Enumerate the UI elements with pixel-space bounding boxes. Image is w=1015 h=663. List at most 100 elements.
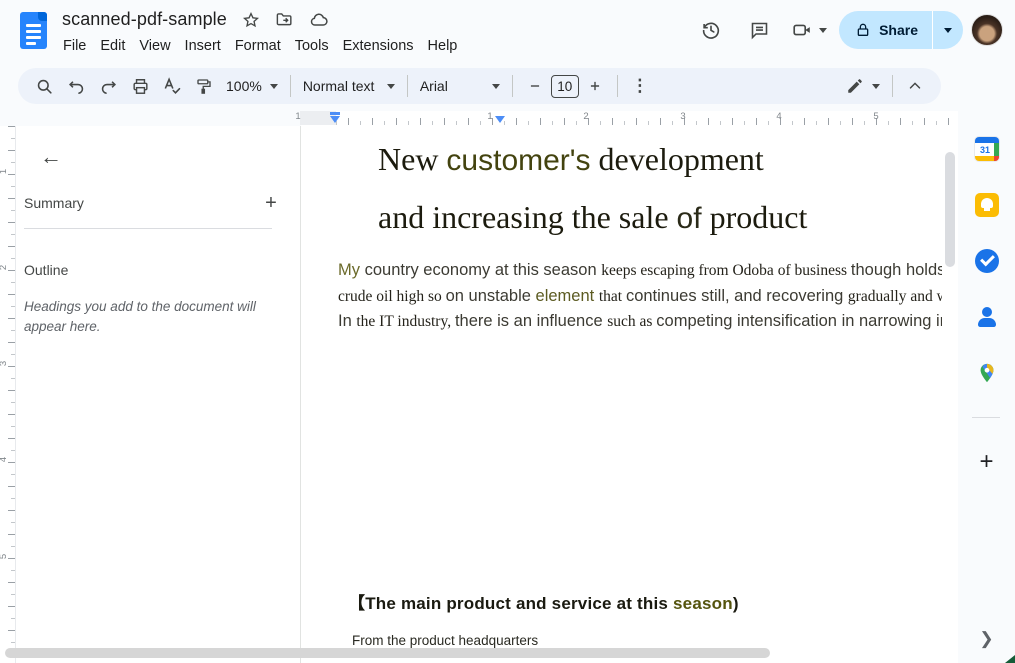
ruler-number: 3 [680, 111, 685, 122]
first-line-indent-marker[interactable] [330, 112, 340, 115]
doc-heading-line-1: New customer's development and increasin… [378, 131, 807, 247]
vertical-scrollbar-thumb[interactable] [945, 152, 955, 267]
document-title[interactable]: scanned-pdf-sample [62, 9, 227, 30]
share-button[interactable]: Share [839, 11, 932, 49]
chevron-down-icon [872, 84, 880, 89]
doc-footer-line: From the product headquarters [352, 633, 538, 648]
account-avatar[interactable] [971, 14, 1003, 46]
redo-icon[interactable] [94, 72, 122, 100]
app-header: scanned-pdf-sample File Edit View Insert… [0, 0, 1015, 62]
contacts-icon [975, 305, 999, 329]
zoom-value: 100% [226, 78, 262, 94]
styles-select[interactable]: Normal text [297, 78, 401, 94]
summary-section-header: Summary + [24, 188, 286, 218]
toolbar-divider [892, 75, 893, 97]
maps-pin-icon [976, 362, 998, 384]
hide-menus-icon[interactable] [901, 72, 929, 100]
ruler-number: 4 [776, 111, 781, 122]
close-panel-back-icon[interactable]: ← [34, 140, 68, 174]
star-icon[interactable] [241, 10, 261, 30]
chevron-down-icon [944, 28, 952, 33]
contacts-app-button[interactable] [967, 297, 1007, 337]
outline-label: Outline [24, 262, 68, 278]
ruler-number: 2 [0, 265, 9, 270]
outline-empty-hint: Headings you add to the document will ap… [24, 297, 262, 337]
menu-format[interactable]: Format [228, 36, 288, 56]
video-call-dropdown-icon[interactable] [819, 28, 827, 33]
share-dropdown[interactable] [933, 11, 963, 49]
menu-help[interactable]: Help [421, 36, 465, 56]
lock-icon [855, 22, 871, 38]
indent-marker[interactable] [495, 116, 505, 123]
menu-view[interactable]: View [132, 36, 177, 56]
editing-mode-select[interactable] [840, 77, 886, 95]
spell-check-icon[interactable] [158, 72, 186, 100]
font-size-input[interactable]: 10 [551, 75, 579, 98]
strip-divider [972, 417, 1000, 418]
tasks-icon [975, 249, 999, 273]
tasks-app-button[interactable] [967, 241, 1007, 281]
header-right-actions: Share [691, 10, 1003, 50]
share-button-group: Share [839, 11, 963, 49]
chevron-down-icon [270, 84, 278, 89]
toolbar-overflow-icon[interactable]: ⋮ [626, 72, 654, 100]
maps-app-button[interactable] [967, 353, 1007, 393]
styles-value: Normal text [303, 78, 375, 94]
pencil-icon [846, 77, 864, 95]
undo-icon[interactable] [62, 72, 90, 100]
search-menus-icon[interactable] [30, 72, 58, 100]
ruler-number: 1 [295, 111, 300, 122]
menu-bar: File Edit View Insert Format Tools Exten… [56, 36, 464, 56]
ruler-number: 5 [873, 111, 878, 122]
toolbar-divider [512, 75, 513, 97]
doc-para-line-3: In the IT industry, there is an influenc… [338, 309, 942, 335]
calendar-icon: 31 [975, 137, 999, 161]
keep-app-button[interactable] [967, 185, 1007, 225]
menu-file[interactable]: File [56, 36, 93, 56]
ruler-number: 1 [487, 111, 492, 122]
version-history-icon[interactable] [691, 10, 731, 50]
document-canvas[interactable]: New customer's development and increasin… [301, 125, 958, 663]
horizontal-scrollbar-thumb[interactable] [5, 648, 770, 658]
video-camera-icon [787, 10, 817, 50]
toolbar-divider [290, 75, 291, 97]
calendar-app-button[interactable]: 31 [967, 129, 1007, 169]
doc-paragraph: My country economy at this season keeps … [338, 258, 942, 335]
ruler-number: 4 [0, 457, 9, 462]
left-indent-marker[interactable] [330, 116, 340, 123]
outline-section-header: Outline [24, 262, 286, 278]
decrease-font-size-button[interactable] [521, 72, 549, 100]
vertical-ruler[interactable]: 1 2 3 4 5 [0, 126, 16, 663]
ruler-number: 3 [0, 361, 9, 366]
ruler-number: 2 [583, 111, 588, 122]
add-summary-icon[interactable]: + [256, 188, 286, 218]
menu-tools[interactable]: Tools [288, 36, 336, 56]
increase-font-size-button[interactable] [581, 72, 609, 100]
google-docs-logo-icon[interactable] [20, 12, 47, 49]
get-addons-button[interactable]: + [967, 442, 1007, 482]
comments-icon[interactable] [739, 10, 779, 50]
logo-fold [38, 12, 47, 21]
menu-extensions[interactable]: Extensions [336, 36, 421, 56]
video-call-button[interactable] [787, 10, 831, 50]
font-value: Arial [420, 78, 448, 94]
doc-subheading: 【The main product and service at this se… [348, 589, 739, 614]
share-label: Share [879, 22, 918, 38]
horizontal-ruler[interactable]: 1 1 2 3 4 5 [300, 111, 958, 125]
ruler-number: 5 [0, 554, 9, 559]
panel-divider [24, 228, 272, 229]
toolbar: 100% Normal text Arial 10 ⋮ [18, 68, 941, 104]
show-side-panel-icon[interactable]: ❯ [970, 622, 1004, 656]
font-select[interactable]: Arial [414, 78, 506, 94]
calendar-day-label: 31 [977, 143, 994, 156]
doc-para-line-1: My country economy at this season keeps … [338, 258, 942, 284]
chevron-down-icon [492, 84, 500, 89]
cloud-status-icon[interactable] [309, 10, 329, 30]
zoom-select[interactable]: 100% [220, 78, 284, 94]
paint-format-icon[interactable] [190, 72, 218, 100]
move-folder-icon[interactable] [275, 10, 295, 30]
menu-insert[interactable]: Insert [178, 36, 228, 56]
print-icon[interactable] [126, 72, 154, 100]
menu-edit[interactable]: Edit [93, 36, 132, 56]
title-row: scanned-pdf-sample [62, 9, 329, 30]
